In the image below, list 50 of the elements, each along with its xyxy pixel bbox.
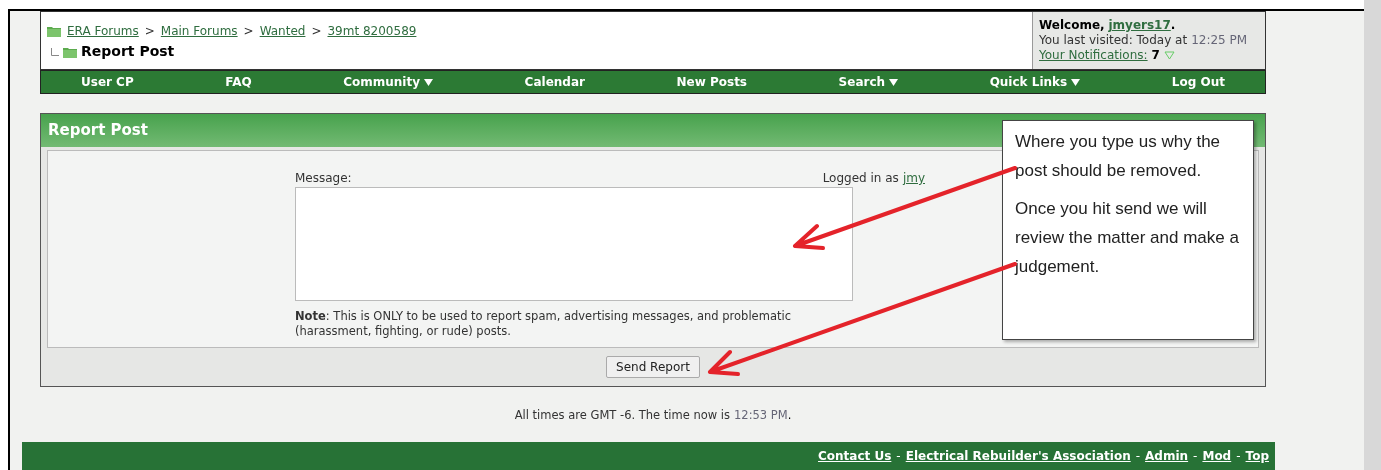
nav-item[interactable]: New Posts xyxy=(676,73,747,91)
breadcrumb-separator: > xyxy=(243,23,254,40)
scrollbar[interactable] xyxy=(1364,0,1381,470)
logged-in-label: Logged in as xyxy=(822,170,899,187)
breadcrumb-link[interactable]: Wanted xyxy=(259,22,306,40)
send-report-button[interactable]: Send Report xyxy=(606,356,700,378)
dropdown-arrow-icon xyxy=(424,78,434,86)
message-label: Message: xyxy=(295,170,352,187)
footer-link[interactable]: Electrical Rebuilder's Association xyxy=(905,447,1131,465)
breadcrumb-link[interactable]: ERA Forums xyxy=(67,22,139,40)
footer-link[interactable]: Mod xyxy=(1202,447,1232,465)
nav-item[interactable]: Log Out xyxy=(1171,73,1225,91)
nav-item[interactable]: Quick Links xyxy=(989,73,1081,91)
dropdown-arrow-icon xyxy=(1071,78,1081,86)
username-link[interactable]: jmyers17 xyxy=(1108,18,1171,32)
breadcrumb-separator: > xyxy=(311,23,322,40)
page-title: Report Post xyxy=(81,42,175,61)
note-text: Note: This is ONLY to be used to report spam, advertising messages, and problematic (harassment, fighting, or rude) posts. xyxy=(295,309,792,339)
footer-separator: - xyxy=(896,448,901,465)
dropdown-arrow-icon xyxy=(889,78,899,86)
footer-link[interactable]: Contact Us xyxy=(818,447,892,465)
username-link[interactable]: jmy xyxy=(902,169,925,187)
footer-link[interactable]: Top xyxy=(1245,447,1269,465)
footer-link[interactable]: Admin xyxy=(1145,447,1189,465)
notifications-link[interactable]: Your Notifications: xyxy=(1039,48,1148,63)
nav-item[interactable]: Community xyxy=(343,73,434,91)
callout-text: Where you type us why the post should be removed. xyxy=(1015,131,1222,182)
nav-item[interactable]: Calendar xyxy=(524,73,585,91)
notifications-count: 7 xyxy=(1151,48,1160,63)
last-visited-text: You last visited: Today at xyxy=(1039,33,1188,48)
welcome-text: Welcome, jmyers17. xyxy=(1039,18,1177,33)
period-text: . xyxy=(787,407,792,424)
nav-item[interactable]: User CP xyxy=(81,73,134,91)
message-field[interactable] xyxy=(295,187,853,301)
breadcrumb-link[interactable]: 39mt 8200589 xyxy=(327,22,417,40)
nav-item[interactable]: Search xyxy=(838,73,899,91)
breadcrumb-link[interactable]: Main Forums xyxy=(160,22,238,40)
time-zone-text: All times are GMT -6. The time now is xyxy=(514,407,730,424)
folder-icon xyxy=(63,45,77,58)
footer-separator: - xyxy=(1236,448,1241,465)
current-time: 12:53 PM xyxy=(734,407,788,424)
callout-text: Once you hit send we will review the matter and make a judgement. xyxy=(1015,198,1240,278)
nav-item[interactable]: FAQ xyxy=(225,73,252,91)
folder-icon xyxy=(47,25,61,37)
tree-line-icon xyxy=(51,47,59,56)
footer-separator: - xyxy=(1193,448,1198,465)
breadcrumb-separator: > xyxy=(144,23,155,40)
footer-separator: - xyxy=(1135,448,1141,465)
last-visited-time: 12:25 PM xyxy=(1191,33,1248,48)
panel-title: Report Post xyxy=(48,120,148,142)
